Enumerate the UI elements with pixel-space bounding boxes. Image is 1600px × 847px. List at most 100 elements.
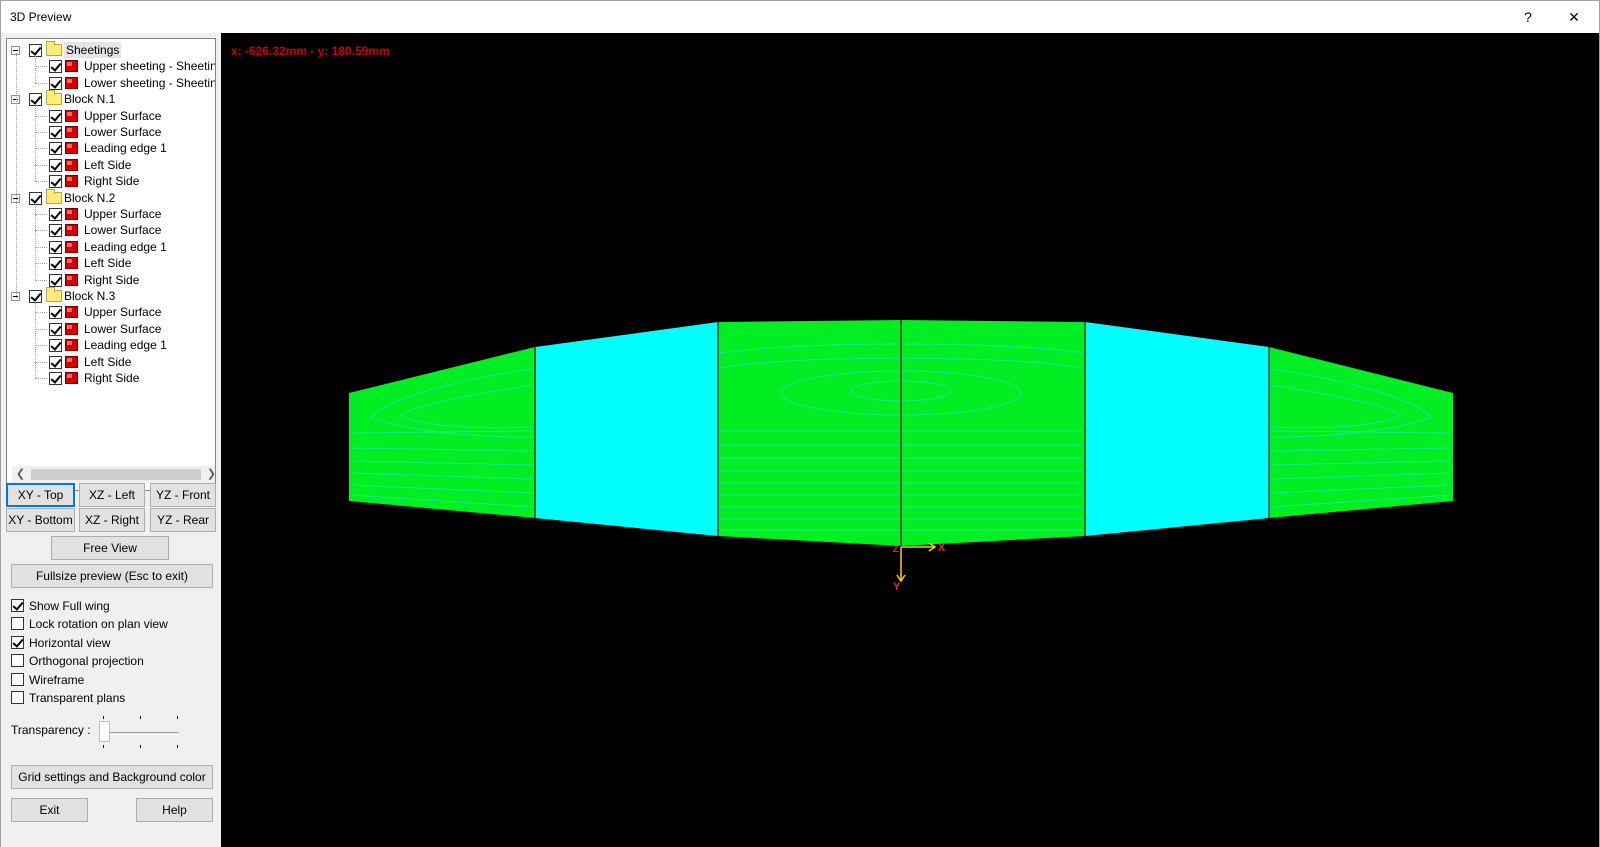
- tree-item-row[interactable]: Upper Surface: [7, 206, 215, 222]
- transparency-label: Transparency :: [11, 723, 91, 737]
- xz-left-button[interactable]: XZ - Left: [79, 483, 145, 507]
- surface-cube-icon: [65, 142, 78, 155]
- axis-gizmo: [896, 542, 937, 583]
- option-checkbox[interactable]: [11, 691, 24, 704]
- tree-item-row[interactable]: Lower Surface: [7, 124, 215, 140]
- tree-connector: [35, 302, 36, 378]
- tree-item-label: Upper sheeting - Sheeting: [84, 59, 216, 74]
- tree-connector: [35, 82, 47, 84]
- surface-cube-icon: [65, 240, 78, 253]
- item-checkbox[interactable]: [49, 306, 62, 320]
- item-checkbox[interactable]: [49, 158, 62, 172]
- tree-item-row[interactable]: Leading edge 1: [7, 239, 215, 255]
- tree-horizontal-scrollbar[interactable]: ❮ ❯: [12, 466, 215, 483]
- 3d-viewport[interactable]: x: -626.32mm - y: 180.59mm X Y Z: [221, 33, 1599, 847]
- item-checkbox[interactable]: [49, 224, 62, 238]
- tree-item-row[interactable]: Right Side: [7, 370, 215, 386]
- folder-icon: [46, 287, 62, 302]
- tree-item-label: Upper Surface: [84, 305, 162, 320]
- folder-icon: [46, 188, 62, 204]
- item-checkbox[interactable]: [49, 322, 62, 336]
- transparency-slider-track[interactable]: [103, 732, 179, 735]
- tree-item-label: Right Side: [84, 272, 140, 287]
- exit-button[interactable]: Exit: [11, 798, 88, 822]
- tree-item-row[interactable]: Leading edge 1: [7, 140, 215, 156]
- tree-connector: [35, 312, 47, 314]
- help-title-button[interactable]: ?: [1505, 1, 1551, 33]
- item-checkbox[interactable]: [49, 109, 62, 123]
- option-checkbox[interactable]: [11, 617, 24, 630]
- tree-item-row[interactable]: Upper sheeting - Sheeting: [7, 58, 215, 74]
- option-label: Horizontal view: [29, 636, 111, 650]
- tree-item-row[interactable]: Right Side: [7, 173, 215, 189]
- tree-item-label: Left Side: [84, 256, 132, 271]
- tree-item-row[interactable]: Left Side: [7, 255, 215, 271]
- option-checkbox[interactable]: [11, 654, 24, 667]
- slider-tick: [140, 716, 141, 719]
- left-middle-panel: [535, 322, 718, 536]
- xz-right-button[interactable]: XZ - Right: [79, 508, 145, 532]
- option-label: Lock rotation on plan view: [29, 617, 168, 631]
- item-checkbox[interactable]: [49, 273, 62, 287]
- tree-connector: [35, 361, 47, 363]
- help-button[interactable]: Help: [136, 798, 213, 822]
- tree-item-row[interactable]: Leading edge 1: [7, 337, 215, 353]
- surface-cube-icon: [65, 339, 78, 352]
- tree-item-row[interactable]: Lower sheeting - Sheeting: [7, 75, 215, 91]
- tree-group-label: Sheetings: [64, 42, 122, 58]
- fullsize-preview-button[interactable]: Fullsize preview (Esc to exit): [11, 564, 213, 588]
- close-button[interactable]: ✕: [1551, 1, 1597, 33]
- tree-connector: [35, 164, 47, 166]
- scroll-right-icon[interactable]: ❯: [203, 466, 215, 483]
- item-checkbox[interactable]: [49, 355, 62, 369]
- surface-cube-icon: [65, 257, 78, 270]
- surface-cube-icon: [65, 273, 78, 286]
- item-checkbox[interactable]: [49, 339, 62, 353]
- xy-bottom-button[interactable]: XY - Bottom: [6, 508, 75, 532]
- item-checkbox[interactable]: [49, 76, 62, 90]
- transparency-slider-thumb[interactable]: [99, 721, 110, 742]
- item-checkbox[interactable]: [49, 208, 62, 221]
- xy-top-button[interactable]: XY - Top: [6, 483, 75, 507]
- tree-item-row[interactable]: Right Side: [7, 272, 215, 288]
- tree-group-row[interactable]: Sheetings: [7, 41, 215, 58]
- tree-group-row[interactable]: Block N.1: [7, 90, 215, 107]
- layer-tree[interactable]: Sheetings Upper sheeting - Sheeting Lower …: [6, 38, 216, 491]
- surface-cube-icon: [65, 372, 78, 384]
- option-checkbox[interactable]: [11, 599, 24, 612]
- tree-connector: [35, 378, 47, 379]
- option-label: Orthogonal projection: [29, 654, 144, 668]
- scroll-left-icon[interactable]: ❮: [12, 466, 29, 483]
- surface-cube-icon: [65, 322, 78, 335]
- tree-item-row[interactable]: Left Side: [7, 157, 215, 173]
- item-checkbox[interactable]: [49, 126, 62, 139]
- side-panel: Sheetings Upper sheeting - Sheeting Lower …: [1, 33, 221, 847]
- axis-y-label: Y: [893, 581, 901, 593]
- tree-item-row[interactable]: Left Side: [7, 354, 215, 370]
- cursor-coordinates: x: -626.32mm - y: 180.59mm: [231, 44, 390, 58]
- tree-connector: [35, 181, 47, 183]
- tree-group-row[interactable]: Block N.3: [7, 287, 215, 304]
- item-checkbox[interactable]: [49, 142, 62, 156]
- scrollbar-thumb[interactable]: [31, 469, 201, 480]
- tree-group-row[interactable]: Block N.2: [7, 188, 215, 206]
- tree-item-row[interactable]: Lower Surface: [7, 222, 215, 238]
- free-view-button[interactable]: Free View: [51, 536, 169, 560]
- yz-rear-button[interactable]: YZ - Rear: [150, 508, 216, 532]
- tree-item-row[interactable]: Upper Surface: [7, 108, 215, 124]
- surface-cube-icon: [65, 60, 78, 73]
- surface-cube-icon: [65, 208, 78, 220]
- option-checkbox[interactable]: [11, 673, 24, 686]
- item-checkbox[interactable]: [49, 240, 62, 254]
- tree-group-label: Block N.3: [64, 289, 116, 303]
- tree-item-row[interactable]: Upper Surface: [7, 304, 215, 320]
- tree-item-row[interactable]: Lower Surface: [7, 321, 215, 337]
- grid-settings-button[interactable]: Grid settings and Background color: [11, 765, 213, 789]
- yz-front-button[interactable]: YZ - Front: [150, 483, 216, 507]
- item-checkbox[interactable]: [49, 372, 62, 385]
- item-checkbox[interactable]: [49, 60, 62, 74]
- item-checkbox[interactable]: [49, 257, 62, 271]
- item-checkbox[interactable]: [49, 175, 62, 189]
- tree-connector: [35, 279, 47, 281]
- option-checkbox[interactable]: [11, 636, 24, 649]
